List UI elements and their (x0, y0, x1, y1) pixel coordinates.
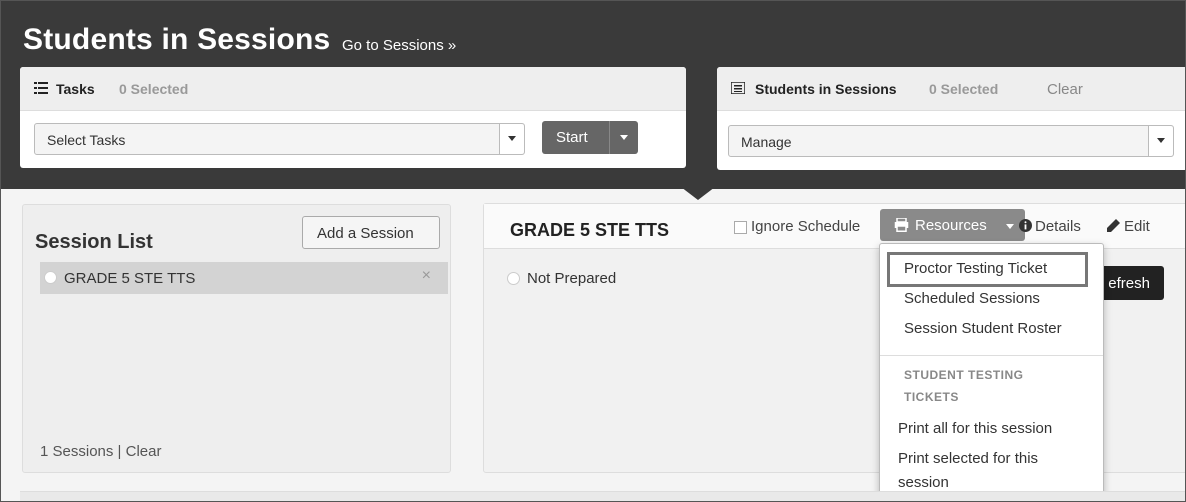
page-title: Students in Sessions (23, 23, 331, 56)
students-panel: Students in Sessions 0 Selected Clear Ma… (717, 67, 1185, 170)
tasks-selected-count: 0 Selected (119, 81, 189, 97)
start-split-toggle[interactable] (609, 121, 638, 154)
menu-item-print-selected[interactable]: Print selected for this (898, 450, 1038, 467)
refresh-label: efresh (1108, 275, 1150, 292)
printer-icon (894, 218, 909, 232)
tasks-panel-header: Tasks 0 Selected (20, 67, 686, 111)
footer-separator: | (113, 443, 126, 460)
menu-divider (880, 355, 1103, 356)
list-icon (34, 82, 48, 94)
menu-section-header-line2: TICKETS (904, 390, 959, 404)
manage-caret[interactable] (1148, 126, 1173, 156)
start-button[interactable]: Start (542, 121, 638, 154)
resources-menu: Proctor Testing Ticket Scheduled Session… (879, 243, 1104, 501)
session-list-footer: 1 Sessions | Clear (40, 443, 161, 460)
sessions-count: 1 Sessions (40, 443, 114, 460)
status-text: Not Prepared (527, 270, 617, 287)
chevron-down-icon (1006, 224, 1014, 229)
edit-label: Edit (1124, 218, 1150, 235)
resources-label: Resources (915, 217, 987, 234)
resources-button[interactable]: Resources (880, 209, 1025, 241)
session-list-panel: Session List Add a Session GRADE 5 STE T… (22, 204, 451, 473)
session-list-title: Session List (35, 231, 153, 253)
chevron-down-icon (620, 135, 628, 140)
session-radio[interactable] (44, 271, 57, 284)
menu-item-proctor-testing-ticket[interactable]: Proctor Testing Ticket (904, 260, 1047, 277)
details-link[interactable]: Details (1019, 218, 1081, 235)
session-list-clear-link[interactable]: Clear (126, 443, 162, 460)
students-selected-count: 0 Selected (929, 81, 999, 97)
tasks-panel: Tasks 0 Selected Select Tasks Start (20, 67, 686, 168)
app-frame: Students in Sessions Go to Sessions » Ta… (0, 0, 1186, 502)
header-pointer-arrow (681, 187, 715, 200)
select-tasks-caret[interactable] (499, 124, 524, 154)
menu-item-scheduled-sessions[interactable]: Scheduled Sessions (904, 290, 1040, 307)
status-radio (507, 272, 520, 285)
select-tasks-dropdown[interactable]: Select Tasks (34, 123, 525, 155)
go-to-sessions-link[interactable]: Go to Sessions » (342, 37, 456, 54)
info-icon (1019, 219, 1032, 232)
ignore-schedule-label[interactable]: Ignore Schedule (751, 218, 860, 235)
page-header: Students in Sessions Go to Sessions » Ta… (1, 1, 1185, 189)
session-name: GRADE 5 STE TTS (64, 270, 196, 287)
bottom-panel-edge (20, 491, 1185, 501)
students-panel-header: Students in Sessions 0 Selected Clear (717, 67, 1185, 111)
list-item[interactable]: GRADE 5 STE TTS × (40, 262, 448, 294)
tasks-title: Tasks (56, 81, 95, 97)
start-button-label: Start (556, 129, 588, 146)
select-tasks-value: Select Tasks (47, 132, 126, 148)
manage-dropdown[interactable]: Manage (728, 125, 1174, 157)
menu-item-print-selected-line2[interactable]: session (898, 474, 949, 491)
edit-link[interactable]: Edit (1107, 218, 1150, 235)
students-panel-title: Students in Sessions (755, 81, 897, 97)
chevron-down-icon (1157, 138, 1165, 143)
details-label: Details (1035, 218, 1081, 235)
add-session-label: Add a Session (317, 225, 414, 242)
menu-section-header-line1: STUDENT TESTING (904, 368, 1024, 382)
chevron-down-icon (508, 136, 516, 141)
menu-item-print-all[interactable]: Print all for this session (898, 420, 1052, 437)
pencil-icon (1107, 219, 1120, 232)
students-clear-link[interactable]: Clear (1047, 81, 1083, 98)
close-icon[interactable]: × (422, 267, 431, 285)
session-detail-title: GRADE 5 STE TTS (510, 220, 670, 240)
add-session-button[interactable]: Add a Session (302, 216, 440, 249)
list-icon (731, 82, 745, 94)
menu-item-session-student-roster[interactable]: Session Student Roster (904, 320, 1062, 337)
manage-value: Manage (741, 134, 792, 150)
ignore-schedule-checkbox[interactable] (734, 221, 747, 234)
